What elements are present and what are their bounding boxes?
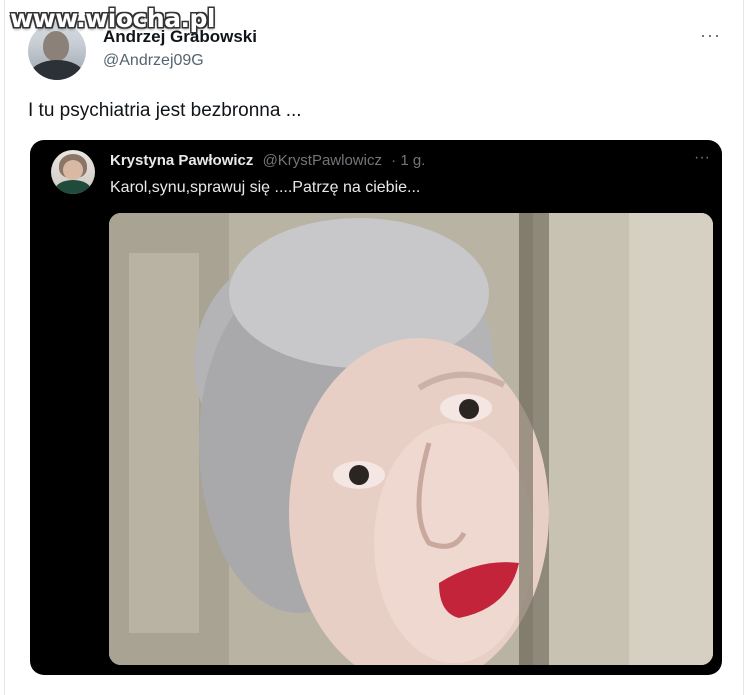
avatar-shoulders-shape	[30, 60, 84, 80]
quoted-text: Karol,synu,sprawuj się ....Patrzę na cie…	[110, 179, 421, 196]
quoted-time[interactable]: · 1 g.	[391, 152, 425, 169]
quoted-author-handle[interactable]: @KrystPawlowicz	[263, 152, 382, 169]
quoted-tweet[interactable]: Krystyna Pawłowicz @KrystPawlowicz · 1 g…	[30, 140, 722, 675]
quoted-more-options-icon[interactable]: ···	[694, 149, 710, 167]
more-options-icon[interactable]: ···	[700, 25, 721, 46]
quoted-header: Krystyna Pawłowicz @KrystPawlowicz · 1 g…	[110, 152, 425, 169]
quoted-author-avatar[interactable]	[51, 150, 95, 194]
author-handle[interactable]: @Andrzej09G	[103, 52, 204, 70]
site-watermark: www.wiocha.pl	[10, 4, 215, 33]
quoted-photo[interactable]	[109, 213, 713, 665]
photo-illustration	[109, 213, 713, 665]
quoted-author-name[interactable]: Krystyna Pawłowicz	[110, 152, 253, 169]
avatar-face-shape	[63, 160, 83, 180]
avatar-body-shape	[55, 180, 91, 194]
avatar-head-shape	[43, 31, 69, 61]
tweet-text: I tu psychiatria jest bezbronna ...	[28, 100, 302, 121]
